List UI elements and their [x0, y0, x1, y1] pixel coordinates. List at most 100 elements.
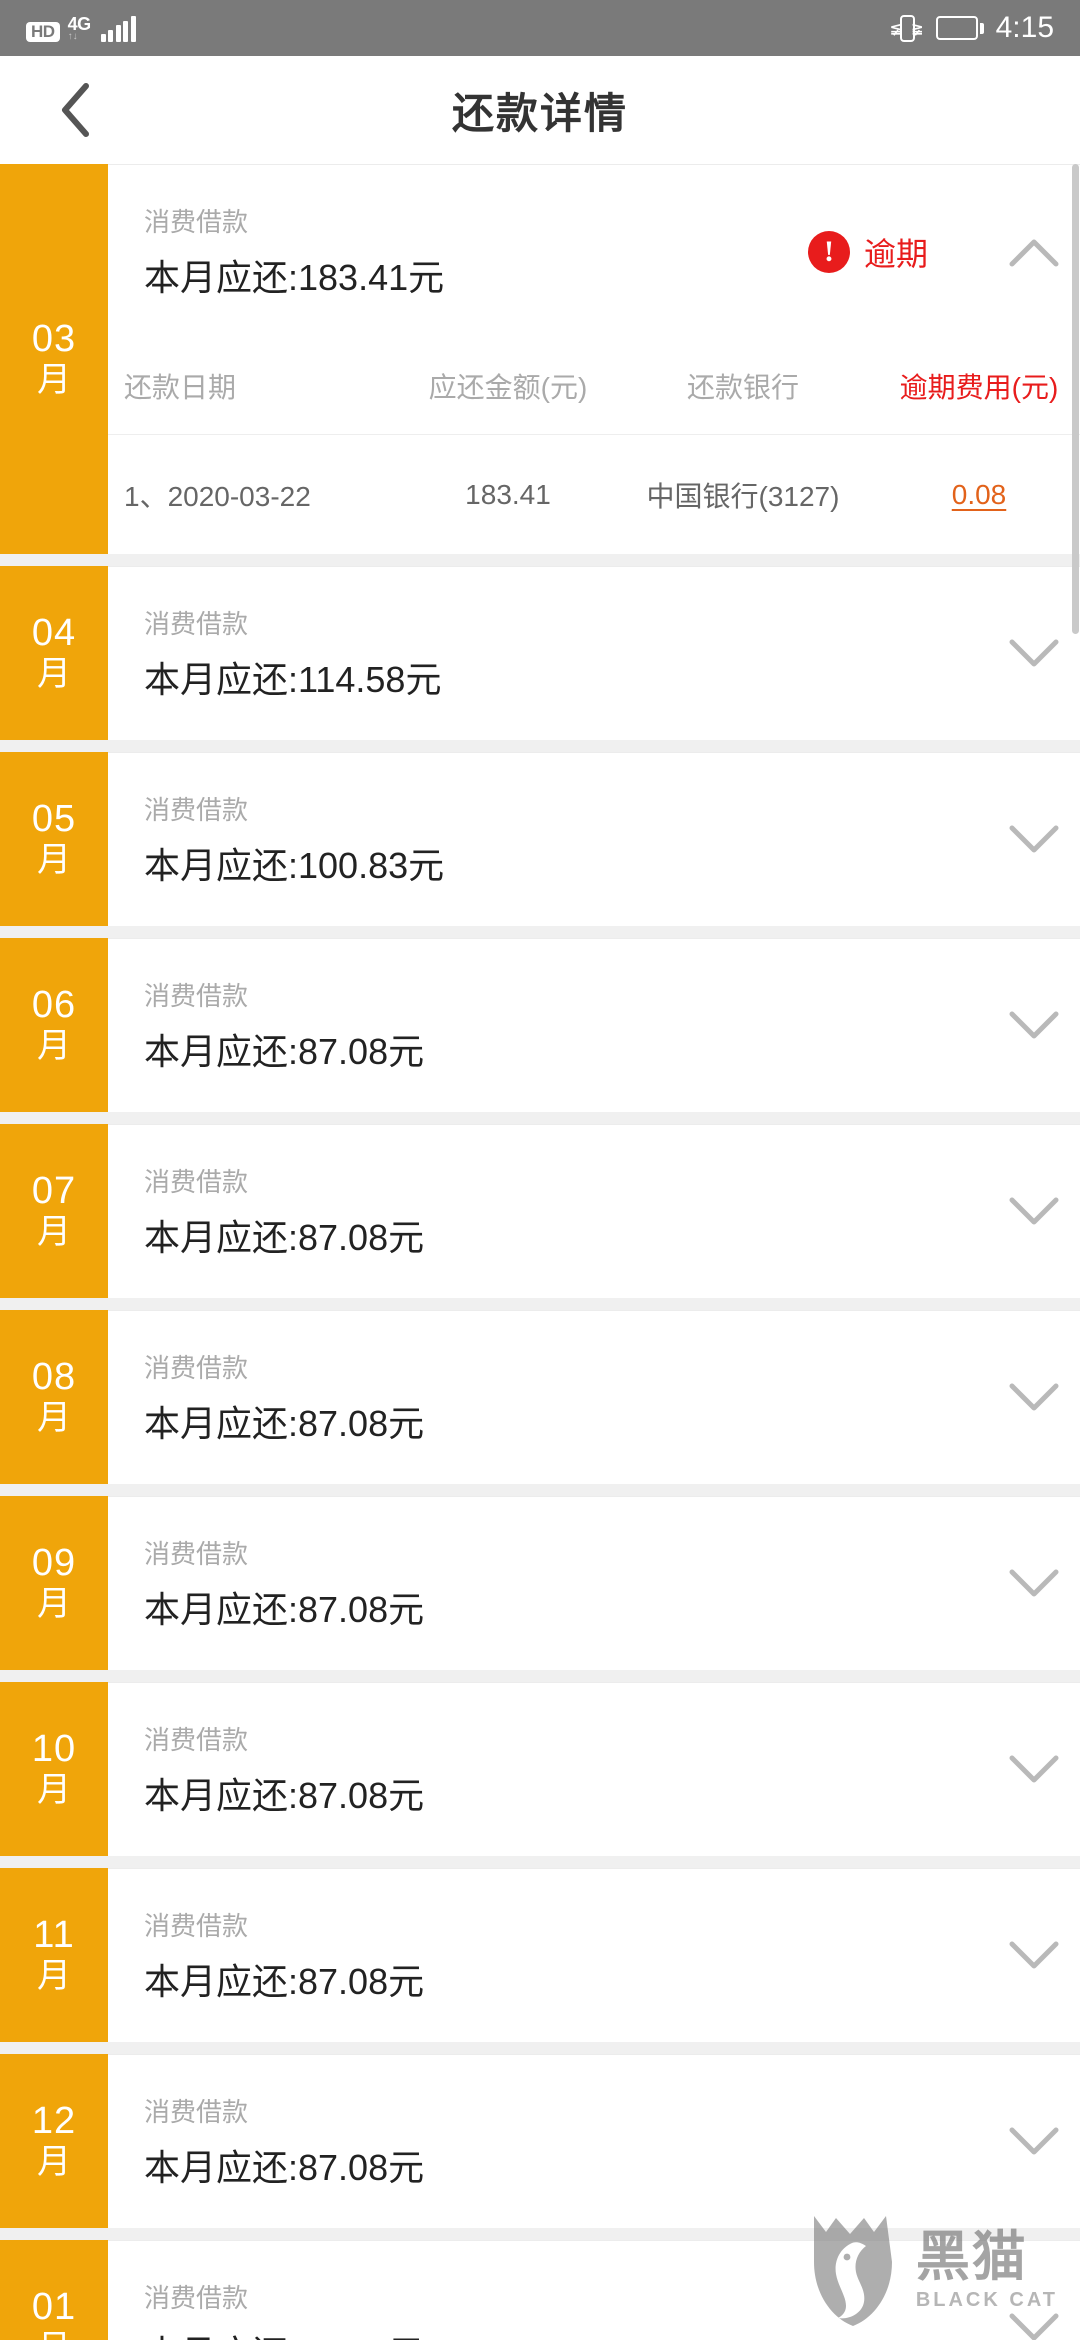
month-card[interactable]: 09 月消费借款 本月应还:87.08元 — [0, 1496, 1080, 1670]
month-summary-row[interactable]: 消费借款本月应还:87.08元 — [108, 1496, 1080, 1670]
monthly-due-amount: 本月应还:87.08元 — [144, 1589, 425, 1630]
month-card-body: 消费借款本月应还:87.08元 — [108, 1124, 1080, 1298]
month-unit-label: 月 — [37, 1585, 71, 1624]
column-header: 还款日期 — [124, 372, 237, 403]
month-card[interactable]: 03 月消费借款 本月应还:183.41元! 逾期 还款日期 应还金额(元) 还款银行 逾期费… — [0, 164, 1080, 554]
overdue-fee-cell[interactable]: 0.08 — [878, 479, 1080, 511]
loan-kind-label: 消费借款 — [144, 795, 249, 825]
month-tab: 04 月 — [0, 566, 108, 740]
status-badge: ! 逾期 — [807, 229, 928, 275]
monthly-due-amount: 本月应还:87.08元 — [144, 1961, 425, 2002]
month-tab: 09 月 — [0, 1496, 108, 1670]
month-summary-texts: 消费借款本月应还:100.83元 — [144, 790, 988, 889]
chevron-down-icon[interactable] — [988, 1753, 1080, 1787]
month-unit-label: 月 — [37, 2329, 71, 2340]
back-chevron-icon[interactable] — [48, 82, 104, 138]
status-bar-right: ≨ ≩ 4:15 — [890, 11, 1054, 45]
month-tab: 03 月 — [0, 164, 108, 554]
loan-kind-label: 消费借款 — [144, 1725, 249, 1755]
month-card[interactable]: 04 月消费借款 本月应还:114.58元 — [0, 566, 1080, 740]
chevron-down-icon[interactable] — [988, 637, 1080, 671]
month-card-body: 消费借款本月应还:100.83元 — [108, 752, 1080, 926]
chevron-down-icon[interactable] — [988, 1195, 1080, 1229]
month-summary-row[interactable]: 消费借款本月应还:87.08元 — [108, 2240, 1080, 2340]
month-summary-row[interactable]: 消费借款本月应还:87.08元 — [108, 938, 1080, 1112]
overdue-fee-link[interactable]: 0.08 — [952, 479, 1007, 510]
month-card[interactable]: 10 月消费借款 本月应还:87.08元 — [0, 1682, 1080, 1856]
chevron-down-icon[interactable] — [988, 1567, 1080, 1601]
month-unit-label: 月 — [37, 1399, 71, 1438]
scrollbar-thumb[interactable] — [1072, 164, 1079, 634]
month-number: 06 — [31, 983, 77, 1026]
month-number: 11 — [33, 1913, 75, 1956]
column-header: 逾期费用(元) — [899, 372, 1059, 403]
loan-kind-label: 消费借款 — [144, 609, 249, 639]
loan-kind-label: 消费借款 — [144, 1353, 249, 1383]
month-unit-label: 月 — [37, 2143, 71, 2182]
month-card-body: 消费借款本月应还:114.58元 — [108, 566, 1080, 740]
month-number: 12 — [31, 2099, 77, 2142]
month-unit-label: 月 — [37, 361, 71, 400]
loan-kind-label: 消费借款 — [144, 981, 249, 1011]
monthly-due-amount: 本月应还:87.08元 — [144, 1775, 425, 1816]
month-card-body: 消费借款 本月应还:183.41元! 逾期 还款日期 应还金额(元) 还款银行 逾期费用(元… — [108, 164, 1080, 554]
chevron-down-icon[interactable] — [988, 2311, 1080, 2340]
month-card[interactable]: 11 月 消费借款本月应还:87.08元 — [0, 1868, 1080, 2042]
month-card[interactable]: 05 月消费借款 本月应还:100.83元 — [0, 752, 1080, 926]
app-header: 还款详情 — [0, 56, 1080, 164]
month-number: 09 — [31, 1541, 77, 1584]
monthly-due-amount: 本月应还:114.58元 — [144, 659, 442, 700]
month-summary-texts: 消费借款本月应还:87.08元 — [144, 2278, 988, 2340]
month-summary-texts: 消费借款本月应还:87.08元 — [144, 1906, 988, 2005]
month-summary-texts: 消费借款本月应还:87.08元 — [144, 1720, 988, 1819]
month-number: 10 — [31, 1727, 77, 1770]
month-summary-row[interactable]: 消费借款本月应还:87.08元 — [108, 1124, 1080, 1298]
month-card[interactable]: 07 月消费借款 本月应还:87.08元 — [0, 1124, 1080, 1298]
month-summary-row[interactable]: 消费借款 本月应还:183.41元! 逾期 — [108, 164, 1080, 338]
status-bar-left: HD 4G ↑↓ — [26, 15, 136, 42]
loan-kind-label: 消费借款 — [144, 207, 249, 237]
repayment-list[interactable]: 03 月消费借款 本月应还:183.41元! 逾期 还款日期 应还金额(元) 还款银行 逾期费… — [0, 164, 1080, 2340]
month-card[interactable]: 01月消费借款本月应还:87.08元 — [0, 2240, 1080, 2340]
loan-kind-label: 消费借款 — [144, 2283, 249, 2313]
month-unit-label: 月 — [37, 1027, 71, 1066]
month-tab: 10 月 — [0, 1682, 108, 1856]
month-summary-texts: 消费借款本月应还:87.08元 — [144, 1534, 988, 1633]
month-tab: 06 月 — [0, 938, 108, 1112]
repayment-date-cell: 1、2020-03-22 — [124, 480, 311, 512]
month-card[interactable]: 12 月消费借款 本月应还:87.08元 — [0, 2054, 1080, 2228]
due-amount-cell: 183.41 — [465, 478, 551, 510]
monthly-due-amount: 本月应还:100.83元 — [144, 845, 445, 886]
month-card[interactable]: 08 月消费借款 本月应还:87.08元 — [0, 1310, 1080, 1484]
month-tab: 01月 — [0, 2240, 108, 2340]
monthly-due-amount: 本月应还:87.08元 — [144, 1217, 425, 1258]
month-summary-row[interactable]: 消费借款本月应还:87.08元 — [108, 1682, 1080, 1856]
chevron-down-icon[interactable] — [988, 1939, 1080, 1973]
chevron-down-icon[interactable] — [988, 823, 1080, 857]
detail-table-header: 还款日期 应还金额(元) 还款银行 逾期费用(元) — [108, 338, 1080, 434]
monthly-due-amount: 本月应还:87.08元 — [144, 2147, 425, 2188]
month-summary-row[interactable]: 消费借款本月应还:87.08元 — [108, 2054, 1080, 2228]
month-summary-row[interactable]: 消费借款本月应还:114.58元 — [108, 566, 1080, 740]
battery-icon — [935, 15, 984, 41]
month-summary-row[interactable]: 消费借款本月应还:100.83元 — [108, 752, 1080, 926]
month-tab: 05 月 — [0, 752, 108, 926]
month-unit-label: 月 — [37, 1957, 71, 1996]
chevron-down-icon[interactable] — [988, 1381, 1080, 1415]
month-number: 05 — [31, 797, 77, 840]
month-card-body: 消费借款本月应还:87.08元 — [108, 1310, 1080, 1484]
month-summary-row[interactable]: 消费借款本月应还:87.08元 — [108, 1868, 1080, 2042]
bank-cell: 中国银行(3127) — [646, 480, 840, 512]
month-summary-texts: 消费借款本月应还:87.08元 — [144, 2092, 988, 2191]
month-card-body: 消费借款本月应还:87.08元 — [108, 2054, 1080, 2228]
month-card[interactable]: 06 月消费借款 本月应还:87.08元 — [0, 938, 1080, 1112]
chevron-down-icon[interactable] — [988, 2125, 1080, 2159]
chevron-down-icon[interactable] — [988, 1009, 1080, 1043]
loan-kind-label: 消费借款 — [144, 1911, 249, 1941]
month-card-body: 消费借款本月应还:87.08元 — [108, 1496, 1080, 1670]
month-tab: 12 月 — [0, 2054, 108, 2228]
month-summary-texts: 消费借款 本月应还:183.41元 — [144, 202, 808, 301]
month-summary-row[interactable]: 消费借款本月应还:87.08元 — [108, 1310, 1080, 1484]
scrollbar[interactable] — [1072, 164, 1080, 2340]
chevron-up-icon[interactable] — [988, 235, 1080, 269]
